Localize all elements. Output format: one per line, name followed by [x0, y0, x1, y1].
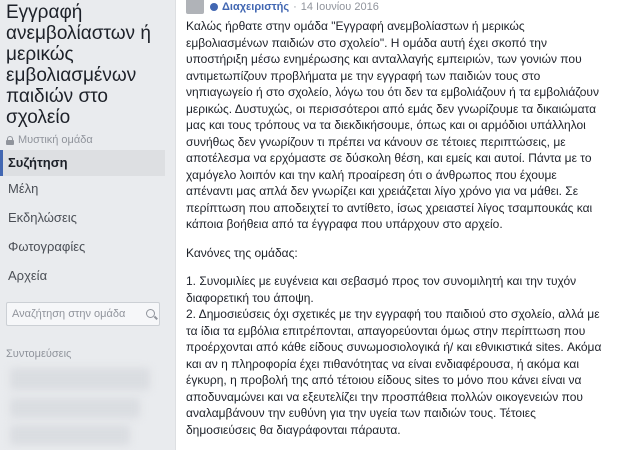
separator: · — [293, 1, 297, 13]
rule-1: 1. Συνομιλίες με ευγένεια και σεβασμό πρ… — [186, 274, 577, 305]
sidebar-item-members[interactable]: Μέλη — [0, 176, 165, 202]
sidebar-item-discussion[interactable]: Συζήτηση — [0, 150, 165, 176]
redacted-shortcut — [10, 368, 150, 390]
sidebar-item-files[interactable]: Αρχεία — [0, 263, 165, 289]
sidebar-item-photos[interactable]: Φωτογραφίες — [0, 234, 165, 260]
author-label[interactable]: Διαχειριστής — [222, 1, 289, 13]
post-intro: Καλώς ήρθατε στην ομάδα "Εγγραφή ανεμβολ… — [186, 19, 599, 231]
post-header: Διαχειριστής · 14 Ιουνίου 2016 — [186, 0, 379, 14]
privacy-status: Μυστική ομάδα — [6, 134, 93, 146]
rules-heading: Κανόνες της ομάδας: — [186, 245, 298, 260]
admin-badge-icon — [210, 3, 218, 11]
post-body: Καλώς ήρθατε στην ομάδα "Εγγραφή ανεμβολ… — [186, 18, 606, 438]
rule-2: 2. Δημοσιεύσεις όχι σχετικές με την εγγρ… — [186, 307, 602, 437]
search-icon[interactable] — [146, 309, 155, 318]
sidebar-item-events[interactable]: Εκδηλώσεις — [0, 205, 165, 231]
privacy-label: Μυστική ομάδα — [18, 134, 93, 146]
group-search-input[interactable]: Αναζήτηση στην ομάδα — [6, 302, 160, 326]
redacted-shortcut — [10, 398, 140, 418]
sidebar: Εγγραφή ανεμβολίαστων ή μερικώς εμβολιασ… — [0, 0, 165, 450]
redacted-shortcut — [10, 425, 130, 445]
shortcuts-label: Συντομεύσεις — [6, 348, 72, 360]
avatar[interactable] — [186, 0, 204, 14]
group-title[interactable]: Εγγραφή ανεμβολίαστων ή μερικώς εμβολιασ… — [6, 2, 162, 128]
pinned-post: Διαχειριστής · 14 Ιουνίου 2016 Καλώς ήρθ… — [175, 0, 620, 450]
lock-icon — [6, 135, 14, 145]
post-date[interactable]: 14 Ιουνίου 2016 — [301, 1, 379, 13]
